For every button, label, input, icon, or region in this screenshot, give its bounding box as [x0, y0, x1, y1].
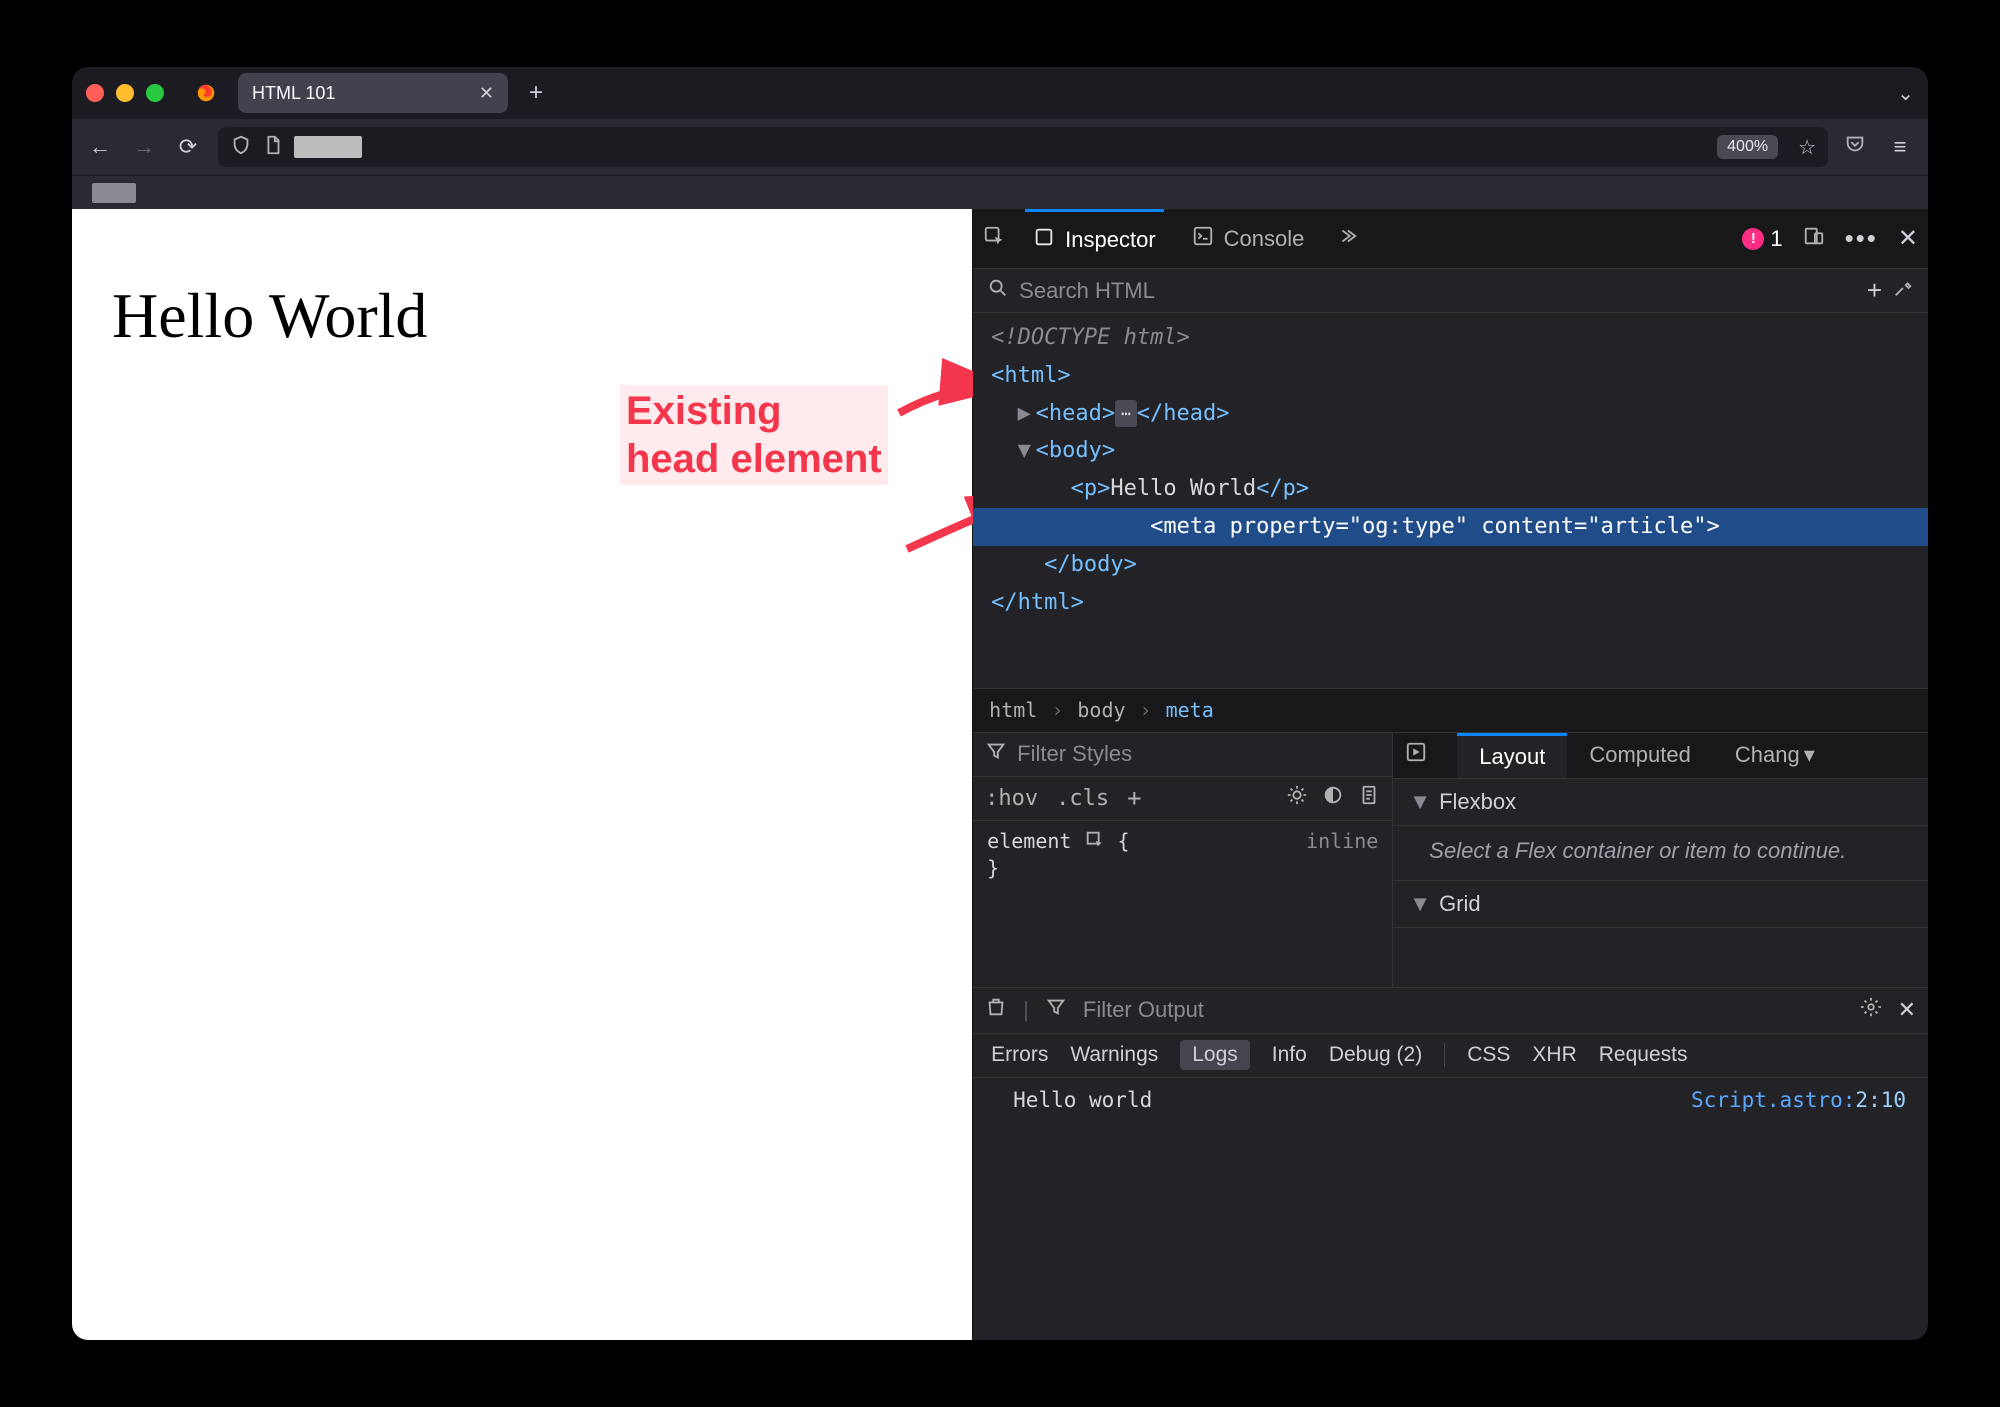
filter-debug[interactable]: Debug (2): [1329, 1043, 1422, 1067]
tab-title: HTML 101: [252, 83, 335, 104]
app-menu-icon[interactable]: ≡: [1886, 134, 1914, 160]
new-tab-button[interactable]: +: [518, 79, 554, 107]
eyedropper-icon[interactable]: [1892, 277, 1914, 305]
devtools-more-tabs-icon[interactable]: [1336, 225, 1358, 253]
responsive-mode-icon[interactable]: [1803, 225, 1825, 253]
zoom-badge[interactable]: 400%: [1717, 135, 1778, 159]
filter-icon: [1045, 996, 1067, 1024]
browser-window: HTML 101 ✕ + ⌄ ← → ⟳ 400% ☆ ≡ Hello Worl…: [72, 67, 1928, 1340]
filter-css[interactable]: CSS: [1444, 1043, 1510, 1067]
console-log-location[interactable]: Script.astro:2:10: [1691, 1088, 1906, 1112]
window-maximize-button[interactable]: [146, 84, 164, 102]
devtools-close-icon[interactable]: ✕: [1898, 224, 1918, 253]
filter-icon: [985, 740, 1007, 768]
dom-head-node[interactable]: ▶<head>⋯</head>: [991, 395, 1928, 433]
page-heading: Hello World: [112, 279, 932, 353]
grid-section-header[interactable]: ▼Grid: [1393, 881, 1928, 928]
filter-xhr[interactable]: XHR: [1532, 1043, 1576, 1067]
dom-breadcrumbs[interactable]: html › body › meta: [973, 688, 1928, 732]
back-button[interactable]: ←: [86, 134, 114, 160]
filter-warnings[interactable]: Warnings: [1070, 1043, 1158, 1067]
bookmark-star-icon[interactable]: ☆: [1798, 135, 1816, 160]
console-close-icon[interactable]: ✕: [1898, 997, 1916, 1023]
cls-toggle[interactable]: .cls: [1056, 786, 1109, 811]
dom-search-bar: Search HTML +: [973, 269, 1928, 313]
reload-button[interactable]: ⟳: [174, 134, 202, 160]
rule-source[interactable]: inline: [1306, 829, 1378, 853]
search-icon: [987, 277, 1009, 305]
clear-console-icon[interactable]: [985, 996, 1007, 1024]
light-theme-icon[interactable]: [1286, 784, 1308, 812]
url-bar[interactable]: 400% ☆: [218, 127, 1828, 167]
flexbox-section-header[interactable]: ▼Flexbox: [1393, 779, 1928, 826]
browser-tab[interactable]: HTML 101 ✕: [238, 73, 508, 113]
pocket-icon[interactable]: [1844, 133, 1866, 161]
navbar: ← → ⟳ 400% ☆ ≡: [72, 119, 1928, 175]
filter-requests[interactable]: Requests: [1599, 1043, 1688, 1067]
devtools-tabbar: Inspector Console ! 1 ••• ✕: [973, 209, 1928, 269]
add-rule-icon[interactable]: +: [1127, 784, 1141, 812]
layout-pane: Layout Computed Chang▾ ▼Flexbox Select a…: [1393, 733, 1928, 987]
window-minimize-button[interactable]: [116, 84, 134, 102]
devtools-menu-icon[interactable]: •••: [1845, 223, 1878, 254]
print-sim-icon[interactable]: [1358, 784, 1380, 812]
run-expression-icon[interactable]: [1393, 733, 1457, 778]
filter-logs[interactable]: Logs: [1180, 1040, 1250, 1070]
annotation-existing-head: Existing head element: [620, 385, 888, 485]
console-panel: | Filter Output ✕ Errors Warnings Logs I…: [973, 987, 1928, 1157]
tabs-dropdown-icon[interactable]: ⌄: [1897, 81, 1914, 106]
inspector-icon: [1033, 226, 1055, 254]
console-icon: [1192, 225, 1214, 253]
dom-body-node[interactable]: ▼<body>: [991, 432, 1928, 470]
shield-icon: [230, 134, 252, 161]
url-text-masked: [294, 136, 362, 158]
console-settings-icon[interactable]: [1860, 996, 1882, 1024]
rendered-page: Hello World Existing head element: [72, 209, 972, 1340]
titlebar: HTML 101 ✕ + ⌄: [72, 67, 1928, 119]
layout-tab-changes[interactable]: Chang▾: [1713, 733, 1821, 778]
window-close-button[interactable]: [86, 84, 104, 102]
page-icon: [262, 134, 284, 161]
styles-filter-input[interactable]: Filter Styles: [1017, 741, 1132, 767]
bookmark-item-masked[interactable]: [92, 183, 136, 203]
devtools-tab-inspector[interactable]: Inspector: [1025, 209, 1164, 268]
hov-toggle[interactable]: :hov: [985, 786, 1038, 811]
styles-pane: Filter Styles :hov .cls + inline: [973, 733, 1393, 987]
dom-selected-meta-node[interactable]: <meta property="og:type" content="articl…: [973, 508, 1928, 546]
dom-p-node[interactable]: <p>Hello World</p>: [991, 470, 1928, 508]
layout-tab-computed[interactable]: Computed: [1567, 733, 1713, 778]
layout-tab-layout[interactable]: Layout: [1457, 733, 1567, 778]
console-filter-input[interactable]: Filter Output: [1083, 997, 1204, 1023]
console-log-row[interactable]: Hello world Script.astro:2:10: [973, 1078, 1928, 1122]
inspect-icon[interactable]: [1084, 832, 1106, 856]
console-filters: Errors Warnings Logs Info Debug (2) CSS …: [973, 1034, 1928, 1078]
error-icon: !: [1742, 228, 1764, 250]
devtools-tab-console[interactable]: Console: [1184, 209, 1313, 268]
tab-close-icon[interactable]: ✕: [479, 83, 494, 104]
traffic-lights: [86, 84, 174, 102]
devtools: Inspector Console ! 1 ••• ✕: [972, 209, 1928, 1340]
flexbox-hint: Select a Flex container or item to conti…: [1393, 826, 1928, 881]
forward-button: →: [130, 134, 158, 160]
error-count[interactable]: ! 1: [1742, 226, 1782, 252]
dom-search-input[interactable]: Search HTML: [1019, 278, 1155, 304]
add-node-icon[interactable]: +: [1867, 275, 1882, 306]
bookmarks-bar: [72, 175, 1928, 209]
dark-theme-icon[interactable]: [1322, 784, 1344, 812]
dom-tree[interactable]: <!DOCTYPE html> <html> ▶<head>⋯</head> ▼…: [973, 313, 1928, 732]
element-picker-icon[interactable]: [983, 225, 1005, 253]
filter-info[interactable]: Info: [1272, 1043, 1307, 1067]
firefox-icon: [184, 75, 228, 111]
filter-errors[interactable]: Errors: [991, 1043, 1048, 1067]
